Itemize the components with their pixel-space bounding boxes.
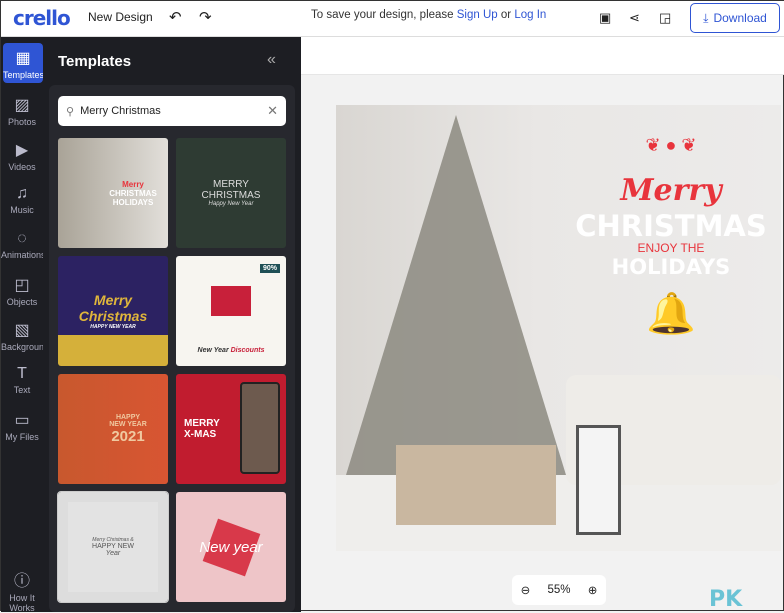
undo-icon[interactable]: ↶	[169, 8, 182, 26]
search-input[interactable]: ⚲ Merry Christmas ✕	[58, 96, 286, 126]
christmas-tree-image	[346, 115, 566, 475]
panel-title: Templates	[58, 53, 132, 70]
design-title[interactable]: New Design	[88, 10, 153, 24]
nav-animations[interactable]: ◌ Animations	[1, 230, 46, 260]
background-icon: ▧	[14, 322, 30, 339]
resize-icon[interactable]: ◲	[659, 10, 671, 26]
crello-logo[interactable]: crello	[13, 6, 71, 30]
enjoy-text[interactable]: ENJOY THE	[566, 241, 776, 255]
nav-music[interactable]: ♫ Music	[1, 185, 43, 215]
zoom-in-icon[interactable]: ⊕	[588, 583, 598, 597]
gift-boxes-image	[396, 445, 556, 525]
help-icon: ⓘ	[13, 573, 30, 590]
animation-icon: ◌	[17, 230, 27, 247]
design-canvas[interactable]: ❦ ● ❦ Merry CHRISTMAS ENJOY THE HOLIDAYS…	[336, 105, 781, 551]
zoom-level: 55%	[547, 584, 571, 596]
sign-up-link[interactable]: Sign Up	[457, 9, 498, 21]
nav-text[interactable]: T Text	[1, 365, 43, 395]
zoom-control: ⊖ 55% ⊕	[512, 575, 606, 605]
redo-icon[interactable]: ↷	[199, 8, 212, 26]
nav-photos[interactable]: ▨ Photos	[1, 95, 43, 127]
save-message: To save your design, please Sign Up or L…	[311, 9, 547, 21]
canvas-toolbar-area	[301, 37, 784, 75]
folder-icon: ▭	[14, 412, 30, 429]
search-icon: ⚲	[66, 105, 75, 118]
download-button[interactable]: ⤓ Download	[690, 3, 780, 33]
image-icon: ▨	[14, 97, 30, 114]
zoom-out-icon[interactable]: ⊖	[521, 583, 531, 597]
template-thumb[interactable]: MERRY CHRISTMAS Happy New Year	[176, 138, 286, 248]
template-thumb[interactable]: 90% New Year Discounts	[176, 256, 286, 366]
watermark-logo: PK	[709, 587, 743, 612]
nav-objects[interactable]: ◰ Objects	[1, 275, 43, 307]
template-thumb[interactable]: HAPPY NEW YEAR 2021	[58, 374, 168, 484]
template-thumb[interactable]: MERRY X-MAS	[176, 374, 286, 484]
template-thumb[interactable]: New year	[176, 492, 286, 602]
grid-icon: ▦	[15, 50, 31, 67]
holly-icon: ❦ ● ❦	[645, 135, 697, 155]
templates-panel: Templates « ⚲ Merry Christmas ✕ Merry CHRIS…	[43, 37, 301, 612]
collapse-panel-icon[interactable]: «	[267, 51, 276, 69]
nav-background[interactable]: ▧ Background	[1, 320, 49, 352]
music-icon: ♫	[16, 185, 28, 202]
template-thumb[interactable]: Merry Christmas HAPPY NEW YEAR	[58, 256, 168, 366]
top-bar: crello New Design ↶ ↷ To save your desig…	[1, 1, 784, 37]
shapes-icon: ◰	[14, 277, 30, 294]
download-icon: ⤓	[703, 10, 709, 25]
clear-search-icon[interactable]: ✕	[267, 103, 278, 119]
holidays-text[interactable]: HOLIDAYS	[566, 255, 776, 279]
merry-text[interactable]: Merry	[566, 173, 776, 208]
christmas-text[interactable]: CHRISTMAS	[566, 209, 776, 243]
template-thumb[interactable]: Merry CHRISTMAS HOLIDAYS	[58, 138, 168, 248]
nav-templates[interactable]: ▦ Templates	[3, 43, 44, 83]
present-icon[interactable]: ▣	[599, 10, 611, 26]
nav-how-it-works[interactable]: ⓘ How It Works	[1, 567, 43, 613]
bells-icon: 🔔	[646, 292, 696, 336]
log-in-link[interactable]: Log In	[514, 9, 546, 21]
text-icon: T	[17, 365, 27, 382]
lantern-image	[576, 425, 621, 535]
nav-videos[interactable]: ▶ Videos	[1, 140, 43, 172]
templates-list[interactable]: ⚲ Merry Christmas ✕ Merry CHRISTMAS HOLIDAYS…	[49, 85, 295, 612]
sidebar-nav: ▦ Templates ▨ Photos ▶ Videos ♫ Music ◌ Anima…	[1, 37, 49, 613]
template-thumb[interactable]: Merry Christmas & HAPPY NEW Year	[57, 491, 169, 603]
share-icon[interactable]: ⋖	[629, 10, 640, 26]
video-icon: ▶	[15, 142, 29, 159]
nav-my-files[interactable]: ▭ My Files	[1, 410, 43, 442]
